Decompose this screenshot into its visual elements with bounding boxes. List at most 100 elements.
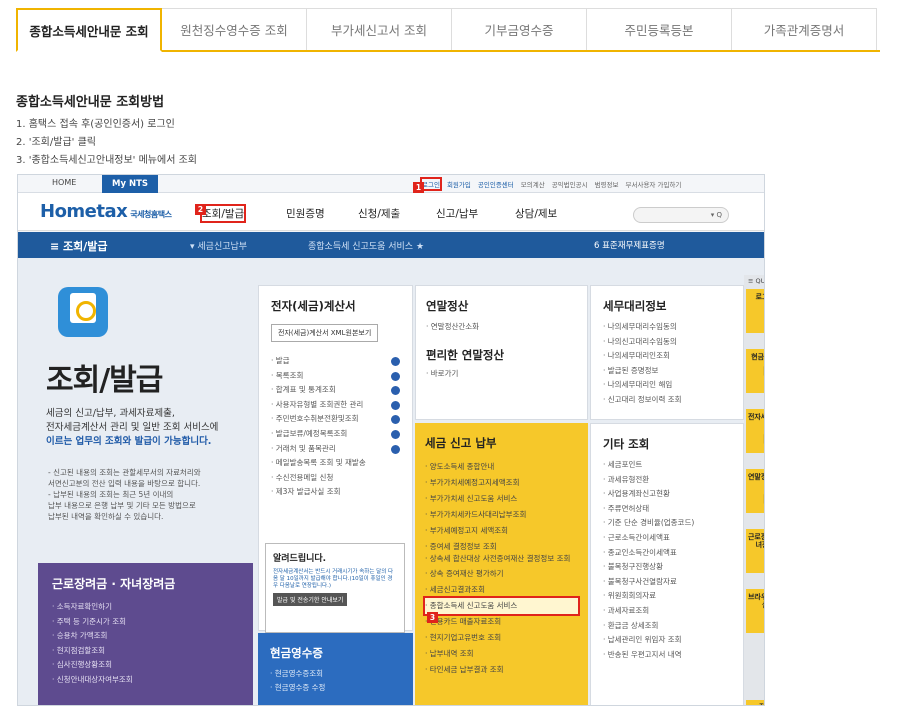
- other-item[interactable]: · 납세관리인 위임자 조회: [603, 633, 731, 648]
- quick-item[interactable]: 연말정산 간소화 ▦: [746, 469, 764, 513]
- tax-item[interactable]: · 현지기업고유번호 조회: [425, 630, 578, 646]
- labor-item[interactable]: · 심사진행상황조회: [52, 658, 239, 673]
- other-item[interactable]: · 주류면허상태: [603, 502, 731, 517]
- tax-item[interactable]: · 상속세 합산대상 사전증여재산 결정정보 조회: [425, 554, 578, 563]
- tax-item[interactable]: · 증여세 결정정보 조회: [425, 539, 578, 555]
- quick-item[interactable]: 전자세금 계산서 ▦: [746, 409, 764, 453]
- search-input[interactable]: ▾ Q: [633, 207, 729, 223]
- arrow-icon[interactable]: [391, 430, 400, 439]
- top-link[interactable]: 로그인: [420, 177, 442, 191]
- agent-item[interactable]: · 나의세무대리인조회: [603, 349, 731, 364]
- quick-collapse-button[interactable]: 접기^: [746, 700, 764, 705]
- other-item[interactable]: · 환급금 상세조회: [603, 619, 731, 634]
- tax-item[interactable]: · 부가세예정고지 세액조회: [425, 523, 578, 539]
- nav-apply[interactable]: 신청/제출: [358, 206, 400, 221]
- quick-item[interactable]: 현금 영수증 ▤: [746, 349, 764, 393]
- agent-item[interactable]: · 나의세무대리인 해임: [603, 378, 731, 393]
- other-item[interactable]: · 위원회회의자료: [603, 589, 731, 604]
- agent-item[interactable]: · 발급된 증명정보: [603, 364, 731, 379]
- tax-item[interactable]: · 부가가치세 신고도움 서비스: [425, 491, 578, 507]
- einvoice-item[interactable]: · 제3자 발급사실 조회: [271, 485, 400, 500]
- labor-item[interactable]: · 신청안내대상자여부조회: [52, 673, 239, 688]
- notice-button[interactable]: 발급 및 전송기한 안내보기: [273, 593, 348, 606]
- tab-0[interactable]: 종합소득세안내문 조회: [16, 8, 162, 52]
- nav-inquiry-issue[interactable]: 조회/발급: [199, 204, 247, 223]
- nav-civil[interactable]: 민원증명: [286, 206, 325, 221]
- nav-report[interactable]: 신고/납부: [436, 206, 478, 221]
- hero-note: 납부된 내역을 확인하실 수 있습니다.: [48, 512, 164, 521]
- arrow-icon[interactable]: [391, 444, 400, 454]
- quick-item[interactable]: 브라우저 환경설정 ⚙: [746, 589, 764, 633]
- einvoice-item[interactable]: · 수신전용메일 신청: [271, 471, 400, 486]
- tax-item[interactable]: · 부가가치세카드사대리납부조회: [425, 507, 578, 523]
- mynts-tab[interactable]: My NTS: [102, 175, 158, 193]
- arrow-icon[interactable]: [391, 400, 400, 410]
- top-link[interactable]: 부서사용자 가입하기: [626, 179, 682, 189]
- other-item[interactable]: · 기준 단순 경비율(업종코드): [603, 516, 731, 531]
- quick-icon: ⚙: [746, 611, 764, 625]
- top-link[interactable]: 모의계산: [521, 179, 545, 189]
- agent-item[interactable]: · 나의세무대리수임동의: [603, 320, 731, 335]
- other-item[interactable]: · 사업용계좌신고현황: [603, 487, 731, 502]
- agent-item[interactable]: · 신고대리 정보이력 조회: [603, 393, 731, 408]
- home-link[interactable]: HOME: [52, 178, 76, 187]
- tab-1[interactable]: 원천징수영수증 조회: [161, 8, 307, 50]
- other-item[interactable]: · 불복청구진행상황: [603, 560, 731, 575]
- tab-5[interactable]: 가족관계증명서: [731, 8, 877, 50]
- labor-item[interactable]: · 승용차 가액조회: [52, 629, 239, 644]
- top-link[interactable]: 회원가입: [447, 179, 471, 189]
- quick-item[interactable]: 근로장려금 자녀장려금 ♡: [746, 529, 764, 573]
- top-link[interactable]: 공익법인공시: [552, 179, 588, 189]
- hometax-logo[interactable]: Hometax 국세청홈택스: [40, 201, 172, 222]
- tab-4[interactable]: 주민등록등본: [586, 8, 732, 50]
- tax-item[interactable]: · 양도소득세 종합안내: [425, 459, 578, 475]
- other-item[interactable]: · 종교인소득간이세액표: [603, 546, 731, 561]
- quick-item[interactable]: 로그아웃 ⊡: [746, 289, 764, 333]
- breadcrumb-1[interactable]: ▾ 세금신고납부: [190, 239, 247, 252]
- agent-item[interactable]: · 나의신고대리수임동의: [603, 335, 731, 350]
- tax-item[interactable]: · 상속 증여재산 평가하기: [425, 566, 578, 582]
- tax-item[interactable]: · 부가가치세예정고지세액조회: [425, 475, 578, 491]
- labor-item[interactable]: · 현지점검할조회: [52, 644, 239, 659]
- einvoice-item[interactable]: · 발급: [271, 354, 400, 369]
- einvoice-item[interactable]: · 메일발송목록 조회 및 재발송: [271, 456, 400, 471]
- other-item[interactable]: · 과세자료조회: [603, 604, 731, 619]
- einvoice-item[interactable]: · 목록조회: [271, 369, 400, 384]
- other-item[interactable]: · 불복청구사건열람자료: [603, 575, 731, 590]
- arrow-icon[interactable]: [391, 357, 400, 366]
- other-item[interactable]: · 근로소득간이세액표: [603, 531, 731, 546]
- tab-2[interactable]: 부가세신고서 조회: [306, 8, 452, 50]
- nav-consult[interactable]: 상담/제보: [515, 206, 557, 221]
- tax-item[interactable]: · 신용카드 매출자료조회: [425, 614, 578, 630]
- yearend-item-2[interactable]: · 바로가기: [426, 367, 577, 382]
- breadcrumb-2[interactable]: 종합소득세 신고도움 서비스 ★: [308, 239, 424, 252]
- einvoice-item[interactable]: · 발급보류/예정목록조회: [271, 427, 400, 442]
- xml-view-button[interactable]: 전자(세금)계산서 XML원본보기: [271, 324, 379, 342]
- tax-item[interactable]: · 납부내역 조회: [425, 646, 578, 662]
- tab-3[interactable]: 기부금영수증: [451, 8, 587, 50]
- quick-label: 브라우저 환경설정: [747, 593, 764, 609]
- other-item[interactable]: · 과세유형전환: [603, 473, 731, 488]
- einvoice-item[interactable]: · 주민번호수취분전환및조회: [271, 412, 400, 427]
- top-link[interactable]: 범령정보: [595, 179, 619, 189]
- cash-receipt-panel: 현금영수증 · 현금영수증조회 · 현금영수증 수정: [258, 633, 413, 705]
- einvoice-item[interactable]: · 사용자유형별 조회권한 관리: [271, 398, 400, 413]
- tax-item[interactable]: · 세금신고결과조회: [425, 582, 578, 598]
- menu-toggle[interactable]: ≡ 조회/발급: [50, 238, 108, 254]
- other-item[interactable]: · 반송된 우편고지서 내역: [603, 648, 731, 663]
- other-item[interactable]: · 세금포인트: [603, 458, 731, 473]
- step-item: 1. 홈택스 접속 후(공인인증서) 로그인: [16, 119, 175, 130]
- top-link[interactable]: 공인인증센터: [478, 179, 514, 189]
- cash-item[interactable]: · 현금영수증 수정: [270, 681, 401, 695]
- einvoice-item[interactable]: · 합계표 및 통계조회: [271, 383, 400, 398]
- tax-item[interactable]: · 종합소득세 신고도움 서비스: [423, 596, 580, 617]
- arrow-icon[interactable]: [391, 371, 400, 381]
- labor-item[interactable]: · 주택 등 기준시가 조회: [52, 615, 239, 630]
- einvoice-item[interactable]: · 거래처 및 품목관리: [271, 442, 400, 457]
- yearend-item[interactable]: · 연말정산간소화: [426, 320, 577, 335]
- labor-item[interactable]: · 소득자료확인하기: [52, 600, 239, 615]
- tax-item[interactable]: · 타인세금 납부결과 조회: [425, 662, 578, 678]
- cash-item[interactable]: · 현금영수증조회: [270, 667, 401, 681]
- recent-menu[interactable]: 6 표준재무제표증명: [594, 239, 665, 251]
- main-nav: Hometax 국세청홈택스 조회/발급 민원증명 신청/제출 신고/납부 상담/…: [18, 193, 764, 231]
